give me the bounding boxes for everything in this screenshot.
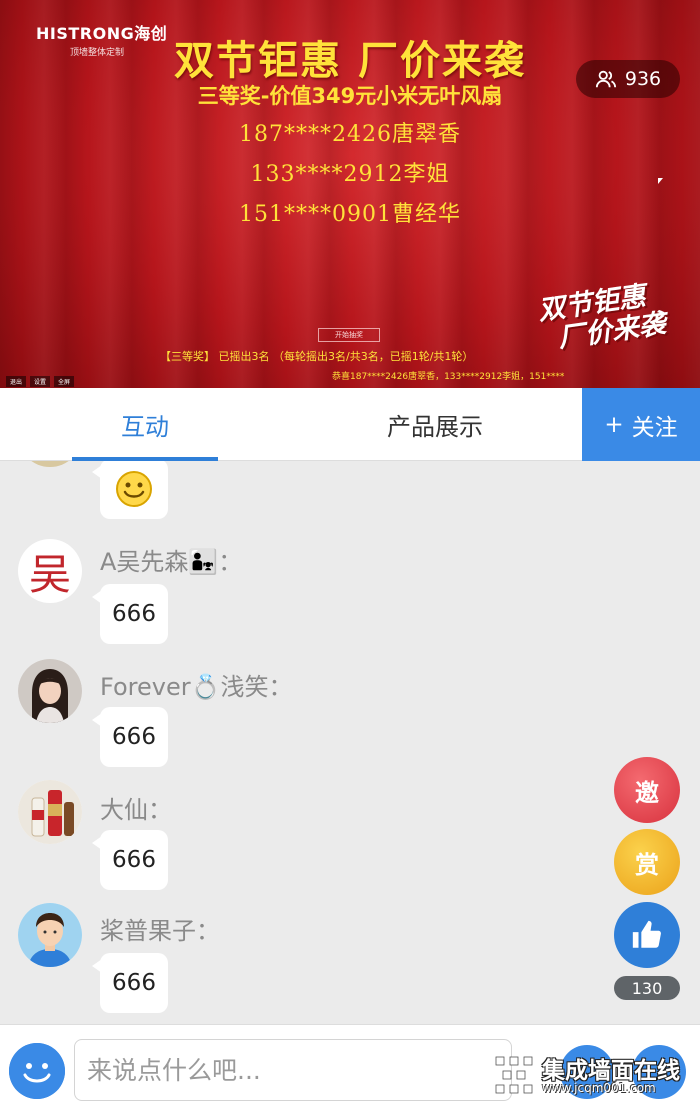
mouse-cursor-icon xyxy=(658,178,663,184)
start-draw-button[interactable]: 开始抽奖 xyxy=(318,328,380,342)
username: 大仙： xyxy=(100,796,172,824)
chat-message: 大仙： 666 xyxy=(0,780,600,900)
live-video-player[interactable]: HISTRONG海创 顶墙整体定制 双节钜惠 厂价来袭 三等奖-价值349元小米… xyxy=(0,0,700,388)
thumbs-up-icon xyxy=(632,920,661,948)
smile-emoji-icon xyxy=(116,471,152,507)
message-bubble: 666 xyxy=(92,830,168,890)
message-bubble xyxy=(92,461,168,519)
winner-2: 133****2912李姐 xyxy=(250,162,450,187)
tab-bar: 互动 产品展示 + 关注 xyxy=(0,388,700,461)
winner-3: 151****0901曹经华 xyxy=(239,202,461,227)
viewer-count-badge: 936 xyxy=(576,60,680,98)
message-bubble: 666 xyxy=(92,707,168,767)
chat-message: 吴 A吴先森👨‍👧： 666 xyxy=(0,534,600,654)
partial-avatar xyxy=(18,461,82,467)
wu-calligraphy-avatar: 吴 xyxy=(28,549,71,599)
chat-input[interactable] xyxy=(74,1039,512,1101)
tab-products[interactable]: 产品展示 xyxy=(360,388,510,461)
watermark-logo-icon xyxy=(495,1056,533,1094)
avatar xyxy=(18,780,82,844)
winner-1: 187****2426唐翠香 xyxy=(239,122,461,147)
settings-control[interactable]: 设置 xyxy=(30,376,51,387)
woman-photo-avatar xyxy=(18,659,82,723)
invite-label: 邀 xyxy=(635,778,659,807)
exit-control[interactable]: 退出 xyxy=(6,376,27,387)
congrats-ticker: 恭喜187****2426唐翠香，133****2912李姐，151**** xyxy=(332,372,565,382)
viewer-count: 936 xyxy=(624,68,662,90)
smile-icon xyxy=(9,1043,65,1099)
follow-button[interactable]: + 关注 xyxy=(582,388,700,461)
reward-label: 赏 xyxy=(635,850,659,879)
cartoon-man-avatar xyxy=(18,903,82,967)
chat-message: 桨普果子： 666 xyxy=(0,903,600,1023)
username: Forever💍浅笑： xyxy=(100,673,293,701)
watermark-title: 集成墙面在线 xyxy=(542,1058,680,1084)
bottles-photo-avatar xyxy=(18,780,82,844)
event-corner-logo: 双节钜惠 厂价来袭 xyxy=(536,280,667,357)
plus-icon: + xyxy=(604,411,624,438)
viewers-icon xyxy=(595,70,616,88)
emoji-button[interactable] xyxy=(9,1043,65,1099)
like-count: 130 xyxy=(614,976,680,1000)
site-watermark: 集成墙面在线 www.jcqm001.com xyxy=(490,1051,700,1103)
message-bubble: 666 xyxy=(92,584,168,644)
fullscreen-control[interactable]: 全屏 xyxy=(54,376,75,387)
reward-button[interactable]: 赏 xyxy=(614,829,680,895)
avatar xyxy=(18,659,82,723)
like-button[interactable] xyxy=(614,902,680,968)
tab-interaction[interactable]: 互动 xyxy=(72,388,218,461)
username: A吴先森👨‍👧： xyxy=(100,548,243,576)
username: 桨普果子： xyxy=(100,917,220,945)
invite-button[interactable]: 邀 xyxy=(614,757,680,823)
follow-label: 关注 xyxy=(631,414,678,441)
draw-status-text: 【三等奖】 已摇出3名 （每轮摇出3名/共3名，已摇1轮/共1轮） xyxy=(160,350,474,363)
avatar: 吴 xyxy=(18,539,82,603)
message-bubble: 666 xyxy=(92,953,168,1013)
avatar xyxy=(18,903,82,967)
video-controls: 退出 设置 全屏 xyxy=(6,376,75,387)
chat-message: Forever💍浅笑： 666 xyxy=(0,657,600,777)
chat-list[interactable]: 吴 A吴先森👨‍👧： 666 Forever💍浅笑： 666 xyxy=(0,461,700,1024)
watermark-url: www.jcqm001.com xyxy=(542,1081,656,1095)
input-bar: 集成墙面在线 www.jcqm001.com xyxy=(0,1024,700,1117)
